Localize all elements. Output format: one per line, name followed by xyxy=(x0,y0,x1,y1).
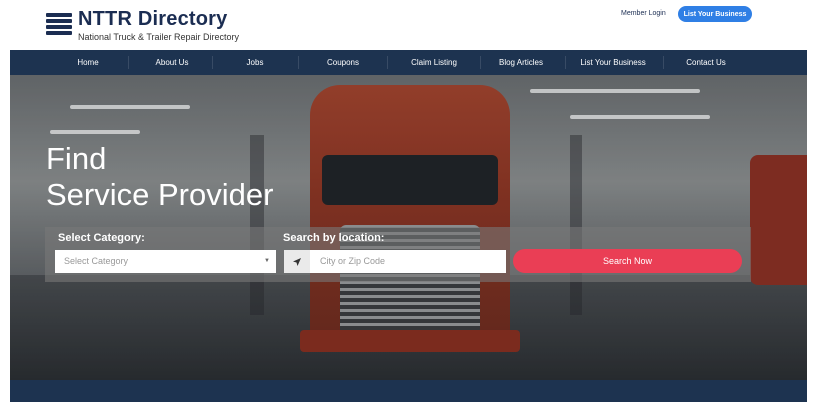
nav-item-home[interactable]: Home xyxy=(77,50,98,75)
list-your-business-button[interactable]: List Your Business xyxy=(678,6,752,22)
nav-item-coupons[interactable]: Coupons xyxy=(327,50,359,75)
logo-title: NTTR Directory xyxy=(78,8,228,30)
location-arrow-icon[interactable] xyxy=(284,250,310,273)
site-logo[interactable]: NTTR Directory National Truck & Trailer … xyxy=(46,8,239,43)
nav-item-about-us[interactable]: About Us xyxy=(156,50,189,75)
hero-title: Find Service Provider xyxy=(46,141,273,213)
nav-divider xyxy=(663,56,664,69)
nav-item-list-your-business[interactable]: List Your Business xyxy=(580,50,645,75)
nav-item-contact-us[interactable]: Contact Us xyxy=(686,50,726,75)
location-label: Search by location: xyxy=(283,232,385,244)
location-input[interactable]: City or Zip Code xyxy=(310,250,506,273)
hero-banner: Find Service Provider Select Category: S… xyxy=(10,75,807,380)
main-nav: Home About Us Jobs Coupons Claim Listing… xyxy=(10,50,807,75)
category-label: Select Category: xyxy=(58,232,145,244)
hero-title-line2: Service Provider xyxy=(46,177,274,212)
hero-title-line1: Find xyxy=(46,141,107,176)
search-now-button[interactable]: Search Now xyxy=(513,249,742,273)
bottom-band xyxy=(10,380,807,402)
site-header: NTTR Directory National Truck & Trailer … xyxy=(0,0,817,50)
nav-item-jobs[interactable]: Jobs xyxy=(247,50,264,75)
nav-divider xyxy=(212,56,213,69)
member-login-link[interactable]: Member Login xyxy=(621,10,666,17)
category-select[interactable]: Select Category ▼ xyxy=(55,250,276,273)
nav-divider xyxy=(565,56,566,69)
nav-divider xyxy=(298,56,299,69)
category-select-value: Select Category xyxy=(64,256,129,266)
logo-subtitle: National Truck & Trailer Repair Director… xyxy=(78,32,240,42)
search-panel: Select Category: Search by location: Sel… xyxy=(45,227,751,282)
nav-divider xyxy=(480,56,481,69)
logo-lines-icon xyxy=(46,13,72,35)
nav-item-blog-articles[interactable]: Blog Articles xyxy=(499,50,543,75)
caret-down-icon: ▼ xyxy=(264,258,270,264)
nav-divider xyxy=(387,56,388,69)
nav-divider xyxy=(128,56,129,69)
nav-item-claim-listing[interactable]: Claim Listing xyxy=(411,50,457,75)
